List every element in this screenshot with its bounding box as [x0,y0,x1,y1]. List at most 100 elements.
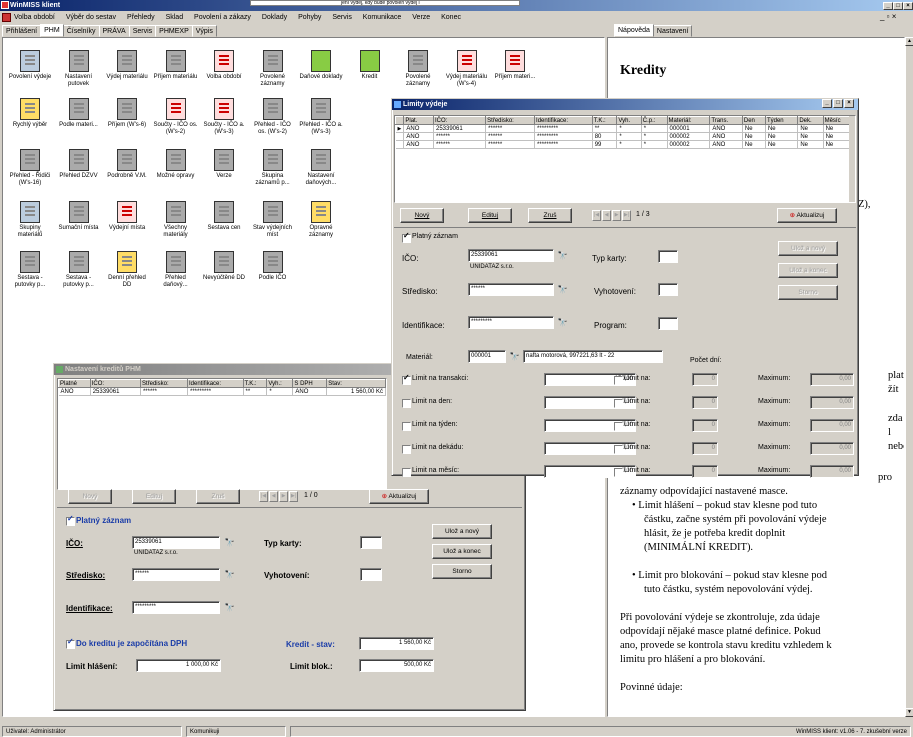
nav-prev-button[interactable]: ◀ [269,491,278,502]
icon-button[interactable]: Daňové doklady [298,50,344,81]
limity-copy-input[interactable] [658,283,678,296]
icon-button[interactable]: Povolené záznamy [395,50,441,88]
icon-button[interactable]: Součty - IČO a. (W's-3) [201,98,247,136]
menu-prehledy[interactable]: Přehledy [127,14,155,21]
table-row[interactable]: ANO ****** ****** ********* 99 * * 000002 ANO Ne N… [395,140,855,149]
kredity-storno-button[interactable]: Storno [432,564,492,579]
col-platne[interactable]: Platné [58,379,91,388]
col-vyh[interactable]: Vyh.: [266,379,294,388]
column-header[interactable]: Trans. [709,116,743,125]
limit-max-input[interactable]: 0,00 [810,396,854,409]
icon-button[interactable]: Podle IČO [250,251,296,282]
maximize-button[interactable]: □ [893,2,903,10]
col-ico[interactable]: IČO: [89,379,141,388]
col-stav[interactable]: Stav: [326,379,386,388]
icon-button[interactable]: Příjem materi... [492,50,538,81]
column-header[interactable]: Den [741,116,766,125]
icon-button[interactable]: Skupiny materiálů [7,201,53,239]
kredity-grid[interactable]: Platné IČO: Středisko: Identifikace: T.K… [57,378,387,490]
kredity-card-input[interactable] [360,536,382,549]
icon-button[interactable]: Verze [201,149,247,180]
column-header[interactable]: Plat. [403,116,434,125]
limity-maximize-button[interactable]: □ [833,99,843,108]
icon-button[interactable]: Nastavení daňových... [298,149,344,187]
icon-button[interactable]: Sumační místa [56,201,102,232]
limit-na-checkbox[interactable]: Limit na: [614,375,650,385]
limity-center-input[interactable]: ****** [468,283,554,296]
icon-button[interactable]: Skupina záznamů p... [250,149,296,187]
icon-button[interactable]: Povolené záznamy [250,50,296,88]
limit-days-input[interactable]: 0 [692,396,718,409]
column-header[interactable]: IČO: [432,116,487,125]
nav-last-button[interactable]: ▶| [289,491,298,502]
icon-button[interactable]: Podrobně V.M. [104,149,150,180]
column-header[interactable]: Dek. [797,116,824,125]
limity-new-button[interactable]: Nový [400,208,444,223]
tab-prava[interactable]: PRÁVA [98,25,130,37]
minimize-button[interactable]: _ [883,2,893,10]
limity-material-code-input[interactable]: 000001 [468,350,506,363]
kredity-ident-lookup-icon[interactable]: 🔭 [224,602,235,613]
icon-button[interactable]: Kredit [347,50,393,81]
table-row[interactable]: ▶ ANO 25339061 ****** ********* ** * * 000001 ANO… [395,124,855,133]
icon-button[interactable]: Všechny materiály [153,201,199,239]
icon-button[interactable]: Nastavení putovek [56,50,102,88]
icon-button[interactable]: Přehled - IČO a. (W's-3) [298,98,344,136]
limity-program-input[interactable] [658,317,678,330]
icon-button[interactable]: Sestava - putovky p... [7,251,53,289]
icon-button[interactable]: Povolení výdeje [7,50,53,81]
mdi-controls[interactable]: _ ▫ × [880,12,896,21]
menu-pohyby[interactable]: Pohyby [298,14,321,21]
icon-button[interactable]: Stav výdejních míst [250,201,296,239]
menu-verze[interactable]: Verze [412,14,430,21]
tab-napoveda[interactable]: Nápověda [614,24,654,37]
limity-grid-scrollbar[interactable] [849,116,855,202]
menu-komunikace[interactable]: Komunikace [363,14,402,21]
icon-button[interactable]: Výdejní místa [104,201,150,232]
limit-max-input[interactable]: 0,00 [810,419,854,432]
limity-valid-checkbox[interactable]: Platný záznam [402,231,458,243]
help-scrollbar[interactable]: ▲ ▼ [905,37,913,717]
kredity-ico-input[interactable]: 25339061 [132,536,220,549]
icon-button[interactable]: Příjem materiálu [153,50,199,81]
icon-button[interactable]: Sestava cen [201,201,247,232]
icon-button[interactable]: Příjem (W's-6) [104,98,150,129]
nav-next-button[interactable]: ▶ [612,210,621,221]
limit-na-checkbox[interactable]: Limit na: [614,398,650,408]
close-button[interactable]: × [903,2,913,10]
kredity-center-input[interactable]: ****** [132,568,220,581]
icon-button[interactable]: Nevyúčtěné DD [201,251,247,282]
tab-phmexp[interactable]: PHMEXP [155,25,193,37]
col-sdph[interactable]: S DPH [292,379,328,388]
limity-minimize-button[interactable]: _ [822,99,832,108]
kredity-save-new-button[interactable]: Ulož a nový [432,524,492,539]
table-row[interactable]: ANO ****** ****** ********* 80 * * 000002 ANO Ne N… [395,132,855,141]
scroll-down-button[interactable]: ▼ [905,708,913,717]
kredity-refresh-button[interactable]: ⊕ Aktualizuj [369,489,429,504]
kredity-new-button[interactable]: Nový [68,489,112,504]
limit-days-input[interactable]: 0 [692,442,718,455]
limity-card-input[interactable] [658,250,678,263]
limit-na-checkbox[interactable]: Limit na: [614,444,650,454]
limit-days-input[interactable]: 0 [692,419,718,432]
scroll-up-button[interactable]: ▲ [905,37,913,46]
column-header[interactable]: Středisko: [485,116,536,125]
limity-cancel-button[interactable]: Zruš [528,208,572,223]
col-stredisko[interactable]: Středisko: [139,379,189,388]
column-header[interactable]: Vyh. [616,116,642,125]
column-header[interactable]: Č.p.: [640,116,668,125]
col-identifikace[interactable]: Identifikace: [187,379,244,388]
column-header[interactable]: T.K.: [591,116,618,125]
limity-close-button[interactable]: × [844,99,854,108]
column-header[interactable]: Materiál: [666,116,711,125]
icon-button[interactable]: Opravné záznamy [298,201,344,239]
limity-center-lookup-icon[interactable]: 🔭 [557,284,568,295]
menu-servis[interactable]: Servis [332,14,351,21]
tab-prihlaseni[interactable]: Přihlášení [2,25,42,37]
icon-button[interactable]: Podle materi... [56,98,102,129]
kredity-block-input[interactable]: 500,00 Kč [359,659,434,672]
icon-button[interactable]: Součty - IČO os. (W's-2) [153,98,199,136]
nav-first-button[interactable]: |◀ [592,210,601,221]
kredity-ident-input[interactable]: ********* [132,601,220,614]
limit-days-input[interactable]: 0 [692,465,718,478]
